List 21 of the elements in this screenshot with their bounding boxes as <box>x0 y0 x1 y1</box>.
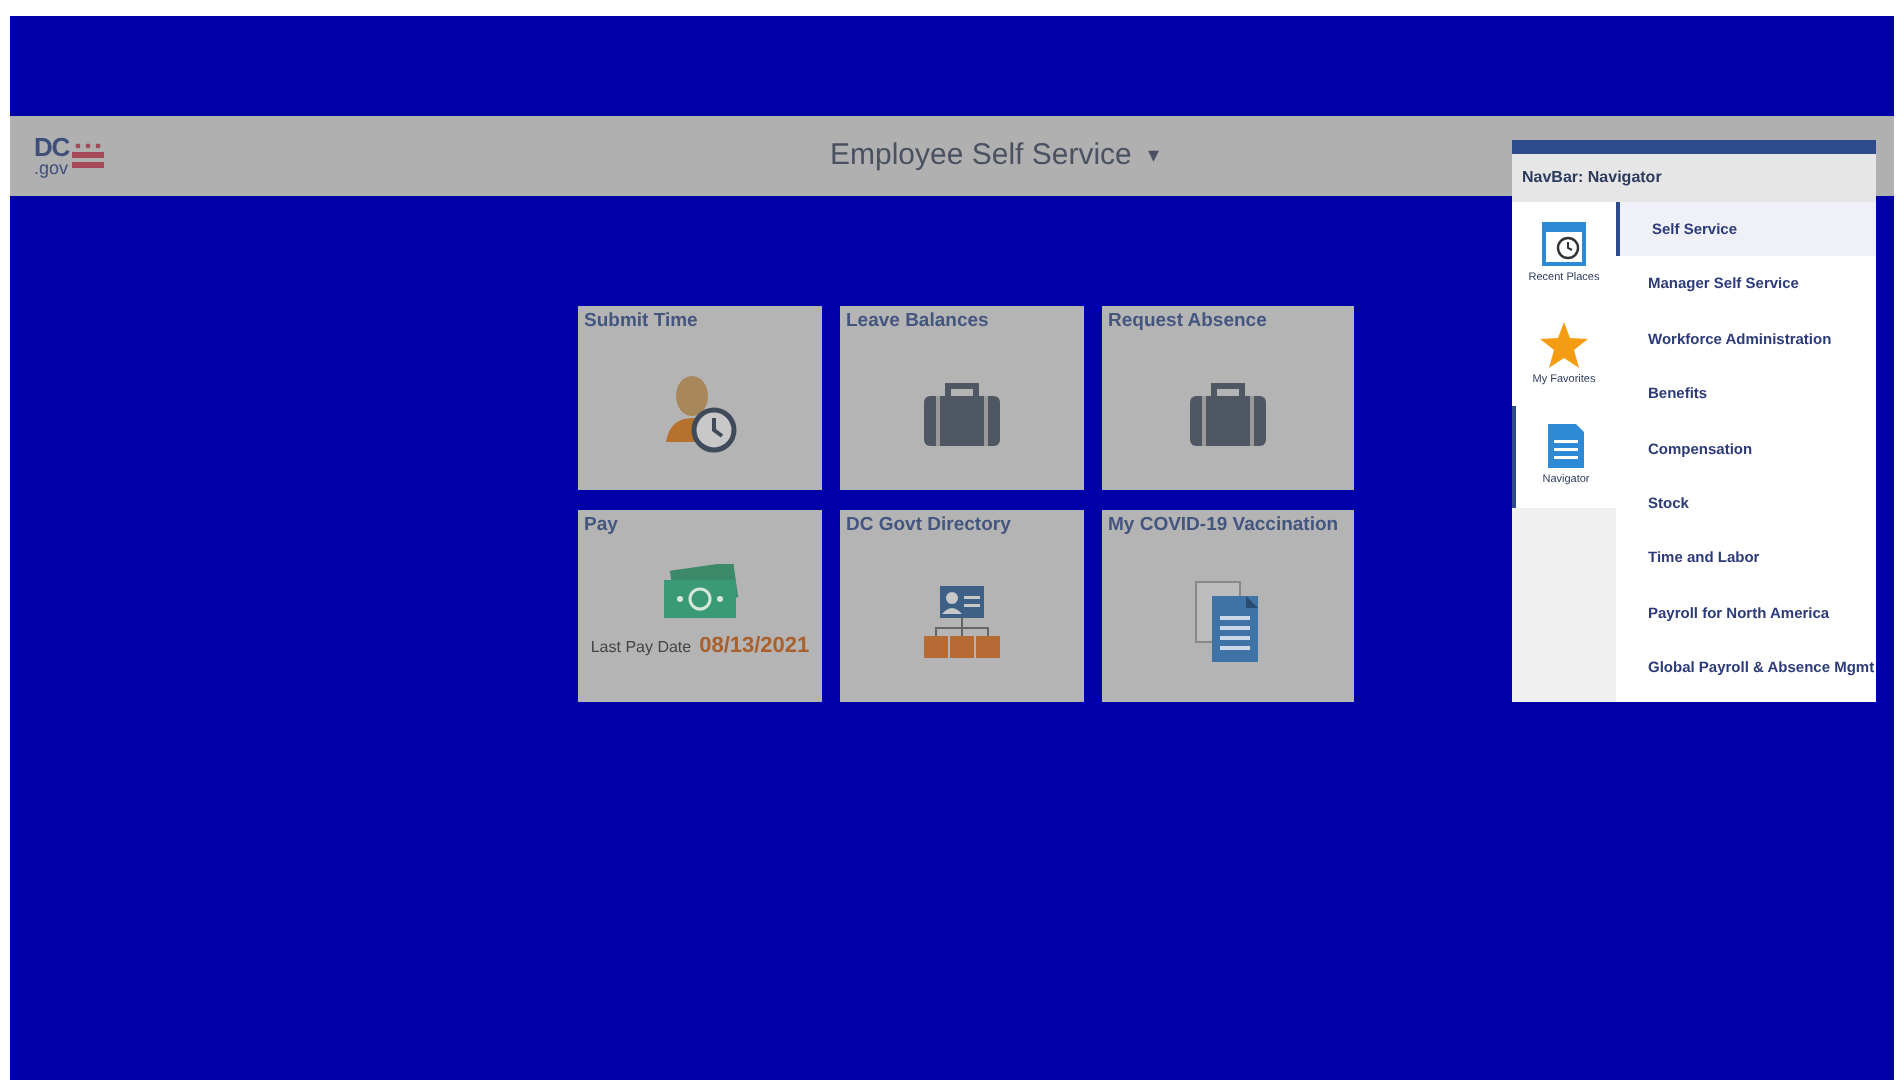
tile[interactable]: Pay Last Pay Date 08/13/2021 <box>578 510 822 702</box>
caret-icon: ▾ <box>1147 139 1160 173</box>
calendar-clock-icon <box>1542 218 1586 267</box>
tile[interactable]: My COVID-19 Vaccination <box>1102 510 1354 702</box>
dc-logo: DC .gov <box>34 134 105 178</box>
document-icon <box>1194 579 1262 664</box>
last-pay-date-label: Last Pay Date <box>590 636 692 661</box>
tile[interactable]: Leave Balances <box>840 306 1084 490</box>
document-icon <box>1548 424 1584 469</box>
money-icon <box>660 564 740 621</box>
briefcase-icon <box>922 379 1002 448</box>
org-chart-icon <box>922 583 1002 660</box>
tile[interactable]: Submit Time <box>578 306 822 490</box>
star-icon <box>1540 321 1588 368</box>
last-pay-date-value: 08/13/2021 <box>699 632 810 663</box>
tile[interactable]: Request Absence <box>1102 306 1354 490</box>
person-clock-icon <box>662 373 738 454</box>
tile[interactable]: DC Govt Directory <box>840 510 1084 702</box>
app-title-dropdown[interactable]: Employee Self Service ▾ <box>830 133 1160 179</box>
briefcase-icon <box>1188 379 1268 448</box>
navbar-title: NavBar: Navigator <box>1512 154 1876 202</box>
